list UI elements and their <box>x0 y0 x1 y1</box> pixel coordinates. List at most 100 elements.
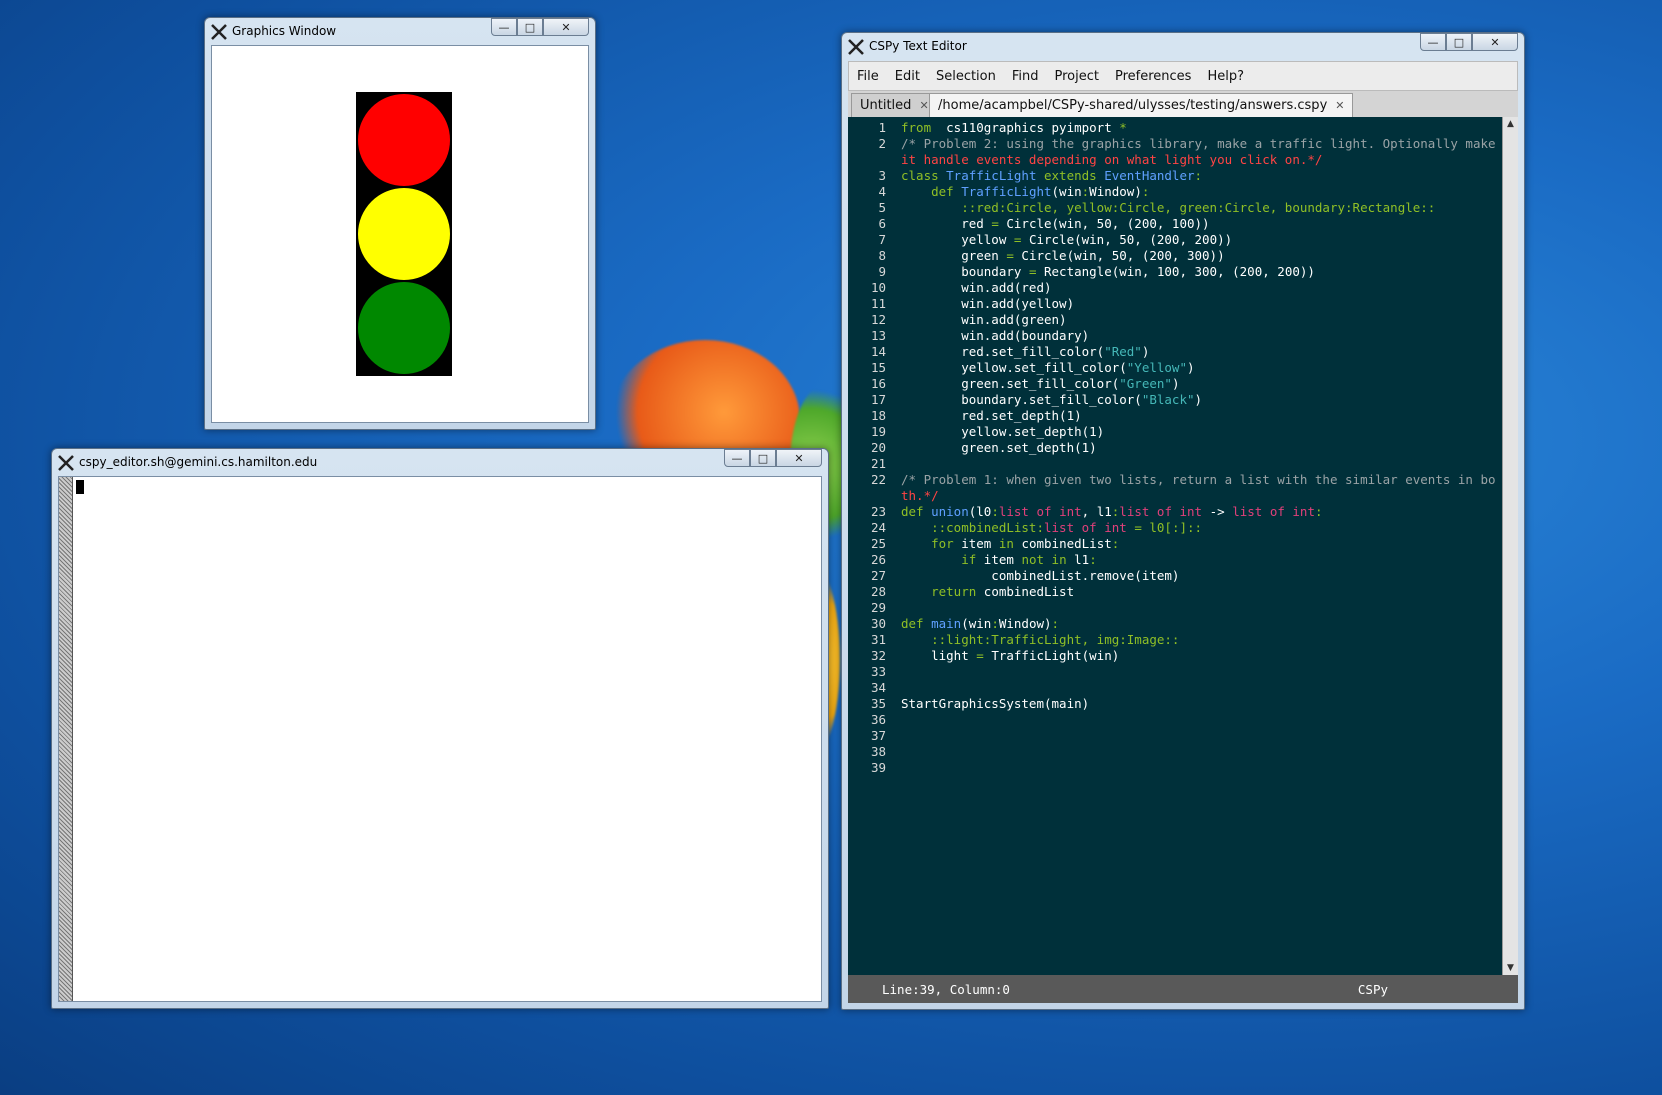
minimize-button[interactable]: — <box>491 18 517 36</box>
terminal-window-titlebar[interactable]: cspy_editor.sh@gemini.cs.hamilton.edu — … <box>52 449 828 477</box>
code-token: StartGraphicsSystem(main) <box>901 696 1090 711</box>
menu-file[interactable]: File <box>849 69 887 84</box>
code-line[interactable]: 1 from cs110graphics pyimport * <box>848 120 1503 136</box>
code-token: (win <box>961 616 992 631</box>
code-line[interactable]: 17 boundary.set_fill_color("Black") <box>848 392 1503 408</box>
maximize-button[interactable]: □ <box>1446 33 1472 51</box>
code-line[interactable]: 14 red.set_fill_color("Red") <box>848 344 1503 360</box>
line-number: 20 <box>870 440 886 455</box>
tab-close-icon[interactable]: ✕ <box>1335 99 1344 112</box>
code-token: list of int <box>1044 520 1127 535</box>
code-line[interactable]: 37 <box>848 728 1503 744</box>
code-text: def union(l0:list of int, l1:list of int… <box>901 504 1323 520</box>
line-number: 13 <box>870 328 886 343</box>
code-line[interactable]: it handle events depending on what light… <box>848 152 1503 168</box>
code-line[interactable]: 39 <box>848 760 1503 776</box>
code-line[interactable]: 38 <box>848 744 1503 760</box>
code-line[interactable]: 35 StartGraphicsSystem(main) <box>848 696 1503 712</box>
menu-help[interactable]: Help? <box>1199 69 1252 84</box>
line-number: 30 <box>870 616 886 631</box>
tab-answers-cspy[interactable]: /home/acampbel/CSPy-shared/ulysses/testi… <box>929 93 1354 117</box>
graphics-window-titlebar[interactable]: Graphics Window — □ ✕ <box>205 18 595 46</box>
editor-window[interactable]: CSPy Text Editor — □ ✕ File Edit Selecti… <box>841 32 1525 1010</box>
code-line[interactable]: 22 /* Problem 1: when given two lists, re… <box>848 472 1503 488</box>
red-light[interactable] <box>358 94 450 186</box>
maximize-button[interactable]: □ <box>517 18 543 36</box>
code-line[interactable]: 23 def union(l0:list of int, l1:list of i… <box>848 504 1503 520</box>
code-editor[interactable]: 1 from cs110graphics pyimport * 2 /* Proble… <box>848 117 1503 975</box>
yellow-light[interactable] <box>358 188 450 280</box>
close-button[interactable]: ✕ <box>776 449 822 467</box>
code-line[interactable]: 4 def TrafficLight(win:Window): <box>848 184 1503 200</box>
code-line[interactable]: 31 ::light:TrafficLight, img:Image:: <box>848 632 1503 648</box>
code-line[interactable]: 25 for item in combinedList: <box>848 536 1503 552</box>
code-line[interactable]: 10 win.add(red) <box>848 280 1503 296</box>
code-line[interactable]: 5 ::red:Circle, yellow:Circle, green:Cir… <box>848 200 1503 216</box>
code-line[interactable]: 27 combinedList.remove(item) <box>848 568 1503 584</box>
code-line[interactable]: 7 yellow = Circle(win, 50, (200, 200)) <box>848 232 1503 248</box>
terminal-window[interactable]: cspy_editor.sh@gemini.cs.hamilton.edu — … <box>51 448 829 1009</box>
code-line[interactable]: 24 ::combinedList:list of int = l0[:]:: <box>848 520 1503 536</box>
tab-bar: Untitled ✕ /home/acampbel/CSPy-shared/uly… <box>848 91 1518 117</box>
code-token: Circle(win, 50, (200, 300)) <box>1013 248 1225 263</box>
window-title: Graphics Window <box>232 24 337 38</box>
code-line[interactable]: 20 green.set_depth(1) <box>848 440 1503 456</box>
code-text: red = Circle(win, 50, (200, 100)) <box>901 216 1209 232</box>
vertical-scrollbar[interactable]: ▲ ▼ <box>1502 117 1518 975</box>
code-line[interactable]: 33 <box>848 664 1503 680</box>
line-number: 17 <box>870 392 886 407</box>
graphics-canvas[interactable] <box>211 45 589 423</box>
close-button[interactable]: ✕ <box>1472 33 1518 51</box>
code-line[interactable]: 30 def main(win:Window): <box>848 616 1503 632</box>
scroll-up-icon[interactable]: ▲ <box>1503 117 1518 131</box>
code-line[interactable]: 21 <box>848 456 1503 472</box>
code-line[interactable]: 26 if item not in l1: <box>848 552 1503 568</box>
editor-window-titlebar[interactable]: CSPy Text Editor — □ ✕ <box>842 33 1524 61</box>
code-line[interactable]: 19 yellow.set_depth(1) <box>848 424 1503 440</box>
code-token: ::combinedList: <box>901 520 1044 535</box>
code-line[interactable]: 12 win.add(green) <box>848 312 1503 328</box>
scroll-down-icon[interactable]: ▼ <box>1503 961 1518 975</box>
code-token: /* Problem 1: when given two lists, retu… <box>901 472 1496 487</box>
code-line[interactable]: 8 green = Circle(win, 50, (200, 300)) <box>848 248 1503 264</box>
menu-project[interactable]: Project <box>1047 69 1107 84</box>
x11-icon <box>848 39 864 55</box>
code-line[interactable]: 36 <box>848 712 1503 728</box>
code-line[interactable]: 2 /* Problem 2: using the graphics librar… <box>848 136 1503 152</box>
tab-close-icon[interactable]: ✕ <box>919 99 928 112</box>
code-token: extends <box>1036 168 1105 183</box>
close-button[interactable]: ✕ <box>543 18 589 36</box>
code-line[interactable]: th.*/ <box>848 488 1503 504</box>
minimize-button[interactable]: — <box>724 449 750 467</box>
menu-preferences[interactable]: Preferences <box>1107 69 1199 84</box>
tab-untitled[interactable]: Untitled ✕ <box>851 93 938 117</box>
code-line[interactable]: 16 green.set_fill_color("Green") <box>848 376 1503 392</box>
code-line[interactable]: 15 yellow.set_fill_color("Yellow") <box>848 360 1503 376</box>
code-line[interactable]: 9 boundary = Rectangle(win, 100, 300, (2… <box>848 264 1503 280</box>
code-line[interactable]: 29 <box>848 600 1503 616</box>
code-token: = <box>991 216 999 231</box>
code-text: green.set_fill_color("Green") <box>901 376 1179 392</box>
maximize-button[interactable]: □ <box>750 449 776 467</box>
code-line[interactable]: 6 red = Circle(win, 50, (200, 100)) <box>848 216 1503 232</box>
line-number: 5 <box>878 200 886 215</box>
code-token: Rectangle(win, 100, 300, (200, 200)) <box>1036 264 1315 279</box>
line-number: 29 <box>870 600 886 615</box>
code-token: it handle events depending on what light… <box>901 152 1323 167</box>
green-light[interactable] <box>358 282 450 374</box>
graphics-window[interactable]: Graphics Window — □ ✕ <box>204 17 596 430</box>
terminal-scrollbar[interactable] <box>59 477 73 1001</box>
code-line[interactable]: 11 win.add(yellow) <box>848 296 1503 312</box>
menu-find[interactable]: Find <box>1004 69 1047 84</box>
terminal-output[interactable] <box>58 476 822 1002</box>
code-line[interactable]: 32 light = TrafficLight(win) <box>848 648 1503 664</box>
code-text: yellow = Circle(win, 50, (200, 200)) <box>901 232 1232 248</box>
code-line[interactable]: 28 return combinedList <box>848 584 1503 600</box>
code-line[interactable]: 34 <box>848 680 1503 696</box>
minimize-button[interactable]: — <box>1420 33 1446 51</box>
code-line[interactable]: 3 class TrafficLight extends EventHandler… <box>848 168 1503 184</box>
menu-edit[interactable]: Edit <box>887 69 928 84</box>
code-line[interactable]: 13 win.add(boundary) <box>848 328 1503 344</box>
code-line[interactable]: 18 red.set_depth(1) <box>848 408 1503 424</box>
menu-selection[interactable]: Selection <box>928 69 1004 84</box>
